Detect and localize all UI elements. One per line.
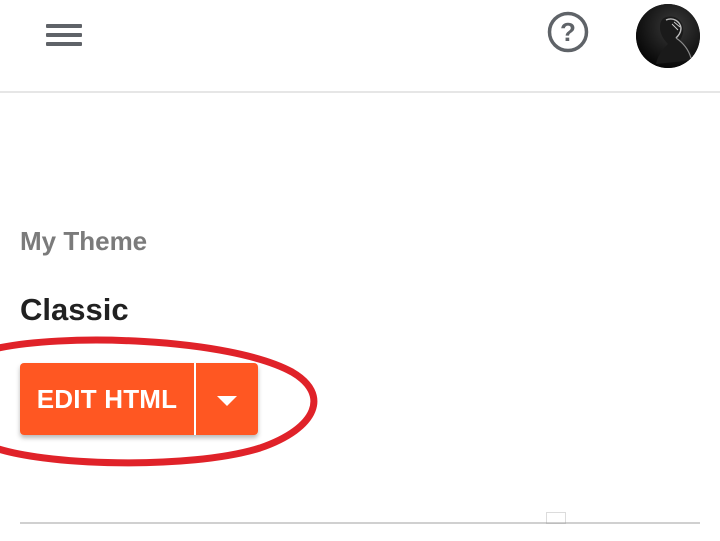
hamburger-menu-icon[interactable] — [42, 20, 86, 52]
edit-html-button[interactable]: EDIT HTML — [20, 363, 196, 435]
app-header: ? — [0, 0, 720, 93]
watermark-logo-icon — [546, 512, 566, 524]
edit-html-split-button: EDIT HTML — [20, 363, 258, 435]
user-avatar-image — [636, 4, 700, 68]
edit-html-dropdown-button[interactable] — [196, 363, 258, 435]
help-glyph: ? — [560, 17, 576, 47]
caret-down-icon — [217, 396, 237, 406]
menu-bar — [46, 33, 82, 37]
divider — [20, 522, 700, 524]
theme-page: ? My Theme Classic EDIT HTML — [0, 0, 720, 541]
help-circle-icon: ? — [547, 11, 589, 53]
watermark — [546, 512, 572, 524]
help-icon[interactable]: ? — [546, 10, 590, 54]
menu-bar — [46, 42, 82, 46]
avatar[interactable] — [636, 4, 700, 68]
menu-bar — [46, 24, 82, 28]
section-label-my-theme: My Theme — [20, 226, 148, 256]
theme-name: Classic — [20, 292, 129, 327]
